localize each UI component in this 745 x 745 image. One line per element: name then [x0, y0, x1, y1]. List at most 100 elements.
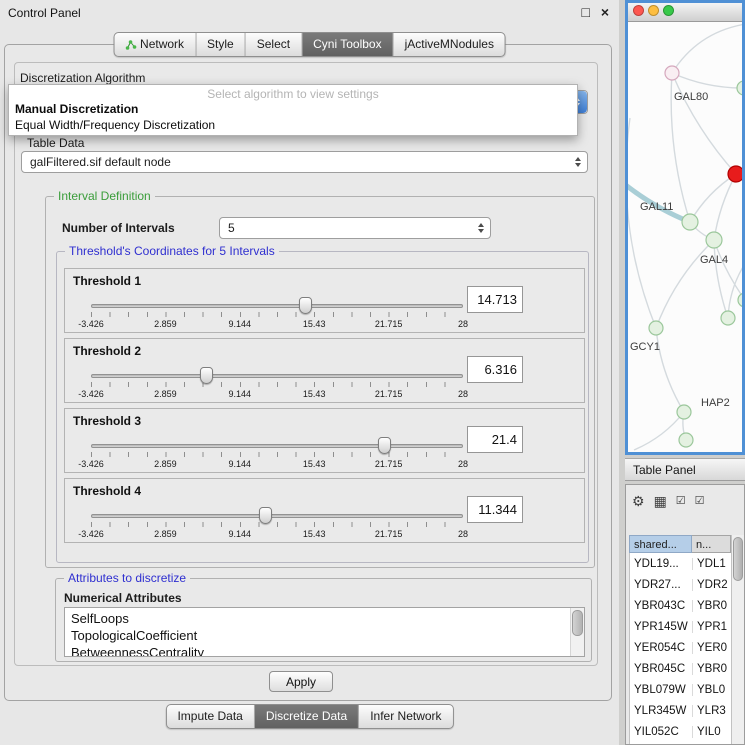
- table-row[interactable]: YBR043CYBR0: [630, 595, 731, 616]
- algorithm-option[interactable]: Equal Width/Frequency Discretization: [9, 117, 577, 133]
- slider-scale: -3.4262.8599.14415.4321.71528: [91, 459, 463, 470]
- network-edge[interactable]: [714, 240, 742, 300]
- close-icon[interactable]: ×: [601, 4, 609, 20]
- combo-arrows-icon[interactable]: [474, 223, 487, 233]
- threshold-value-input[interactable]: [467, 496, 523, 523]
- scale-label: 21.715: [375, 319, 403, 329]
- table-panel-header[interactable]: Table Panel: [625, 458, 745, 481]
- threshold-value-input[interactable]: [467, 356, 523, 383]
- zoom-traffic-light[interactable]: [663, 5, 674, 16]
- attributes-listbox[interactable]: SelfLoopsTopologicalCoefficientBetweenne…: [64, 607, 585, 657]
- slider-track: [91, 514, 463, 518]
- tab-cyni-toolbox[interactable]: Cyni Toolbox: [302, 33, 393, 56]
- scale-label: -3.426: [78, 319, 104, 329]
- slider-thumb[interactable]: [299, 297, 312, 314]
- table-row[interactable]: YIL052CYIL0: [630, 721, 731, 742]
- thresholds-title: Threshold's Coordinates for 5 Intervals: [65, 244, 279, 258]
- table-scrollbar[interactable]: [731, 535, 744, 744]
- threshold-value-input[interactable]: [467, 286, 523, 313]
- table-row[interactable]: YBR045CYBR0: [630, 658, 731, 679]
- apply-button[interactable]: Apply: [269, 671, 333, 692]
- network-window-titlebar[interactable]: [628, 3, 742, 22]
- tab-network[interactable]: Network: [114, 33, 196, 56]
- network-node[interactable]: [728, 166, 742, 182]
- bottom-tab-bar: Impute DataDiscretize DataInfer Network: [165, 704, 453, 729]
- checkbox-icon[interactable]: ☑: [676, 493, 686, 509]
- threshold-slider[interactable]: -3.4262.8599.14415.4321.71528: [91, 297, 463, 333]
- threshold-value-input[interactable]: [467, 426, 523, 453]
- tab-jactivemnodules[interactable]: jActiveMNodules: [394, 33, 505, 56]
- network-edge[interactable]: [672, 73, 742, 88]
- table-cell: YDR27...: [630, 579, 693, 591]
- network-node[interactable]: [682, 214, 698, 230]
- network-edge[interactable]: [728, 262, 742, 318]
- tab-discretize-data[interactable]: Discretize Data: [255, 705, 359, 728]
- network-edge[interactable]: [672, 73, 736, 174]
- scale-label: -3.426: [78, 389, 104, 399]
- table-row[interactable]: YLR345WYLR3: [630, 700, 731, 721]
- network-node[interactable]: [649, 321, 663, 335]
- threshold-box: Threshold 3-3.4262.8599.14415.4321.71528: [64, 408, 585, 473]
- close-traffic-light[interactable]: [633, 5, 644, 16]
- tab-impute-data[interactable]: Impute Data: [166, 705, 254, 728]
- scale-label: 9.144: [229, 319, 252, 329]
- table-row[interactable]: YBL079WYBL0: [630, 679, 731, 700]
- algorithm-option[interactable]: Manual Discretization: [9, 101, 577, 117]
- combo-arrows-icon[interactable]: [571, 157, 584, 167]
- network-node[interactable]: [721, 311, 735, 325]
- network-edge[interactable]: [656, 328, 684, 412]
- tab-select[interactable]: Select: [246, 33, 302, 56]
- algorithm-placeholder-option[interactable]: Select algorithm to view settings: [9, 85, 577, 101]
- network-canvas[interactable]: GAL80GAL11GAL4GCY1HAP2: [628, 22, 742, 452]
- network-node[interactable]: [679, 433, 693, 447]
- network-node[interactable]: [737, 81, 742, 95]
- threshold-slider[interactable]: -3.4262.8599.14415.4321.71528: [91, 367, 463, 403]
- checkbox-icon[interactable]: ☑: [695, 493, 705, 509]
- slider-ticks: [91, 382, 463, 387]
- scale-label: -3.426: [78, 529, 104, 539]
- network-edge[interactable]: [672, 24, 742, 73]
- top-tab-bar: NetworkStyleSelectCyni ToolboxjActiveMNo…: [113, 32, 506, 57]
- table-data-combo[interactable]: galFiltered.sif default node: [21, 151, 588, 173]
- network-edge[interactable]: [634, 412, 684, 450]
- attributes-title: Attributes to discretize: [64, 571, 190, 585]
- slider-thumb[interactable]: [200, 367, 213, 384]
- table-cell: YBL0: [693, 684, 731, 696]
- tab-infer-network[interactable]: Infer Network: [359, 705, 452, 728]
- table-row[interactable]: YER054CYER0: [630, 637, 731, 658]
- gear-icon[interactable]: ⚙: [632, 493, 645, 509]
- number-of-intervals-combo[interactable]: 5: [219, 217, 491, 239]
- network-node[interactable]: [665, 66, 679, 80]
- scale-label: 28: [458, 319, 468, 329]
- table-body: YDL19...YDL1YDR27...YDR2YBR043CYBR0YPR14…: [629, 553, 731, 744]
- column-header[interactable]: shared...: [629, 535, 692, 553]
- scrollbar-thumb[interactable]: [572, 610, 583, 636]
- list-item[interactable]: SelfLoops: [65, 610, 584, 627]
- network-edge[interactable]: [628, 118, 656, 328]
- network-node[interactable]: [738, 293, 742, 307]
- tab-style[interactable]: Style: [196, 33, 246, 56]
- list-item[interactable]: TopologicalCoefficient: [65, 627, 584, 644]
- table-cell: YPR145W: [630, 621, 693, 633]
- column-header[interactable]: n...: [692, 535, 731, 553]
- slider-thumb[interactable]: [378, 437, 391, 454]
- columns-icon[interactable]: ▦: [654, 493, 667, 509]
- network-node[interactable]: [677, 405, 691, 419]
- network-edge[interactable]: [714, 240, 728, 318]
- network-edge[interactable]: [714, 174, 736, 240]
- table-row[interactable]: YDL19...YDL1: [630, 553, 731, 574]
- minimize-icon[interactable]: □: [582, 4, 590, 20]
- minimize-traffic-light[interactable]: [648, 5, 659, 16]
- slider-track: [91, 444, 463, 448]
- network-edge[interactable]: [690, 174, 736, 222]
- table-row[interactable]: YPR145WYPR1: [630, 616, 731, 637]
- scrollbar-thumb[interactable]: [733, 537, 743, 581]
- network-node[interactable]: [706, 232, 722, 248]
- table-row[interactable]: YDR27...YDR2: [630, 574, 731, 595]
- table-data-value: galFiltered.sif default node: [30, 155, 171, 169]
- list-item[interactable]: BetweennessCentrality: [65, 644, 584, 657]
- attributes-scrollbar[interactable]: [570, 608, 584, 656]
- threshold-slider[interactable]: -3.4262.8599.14415.4321.71528: [91, 507, 463, 543]
- threshold-slider[interactable]: -3.4262.8599.14415.4321.71528: [91, 437, 463, 473]
- slider-thumb[interactable]: [259, 507, 272, 524]
